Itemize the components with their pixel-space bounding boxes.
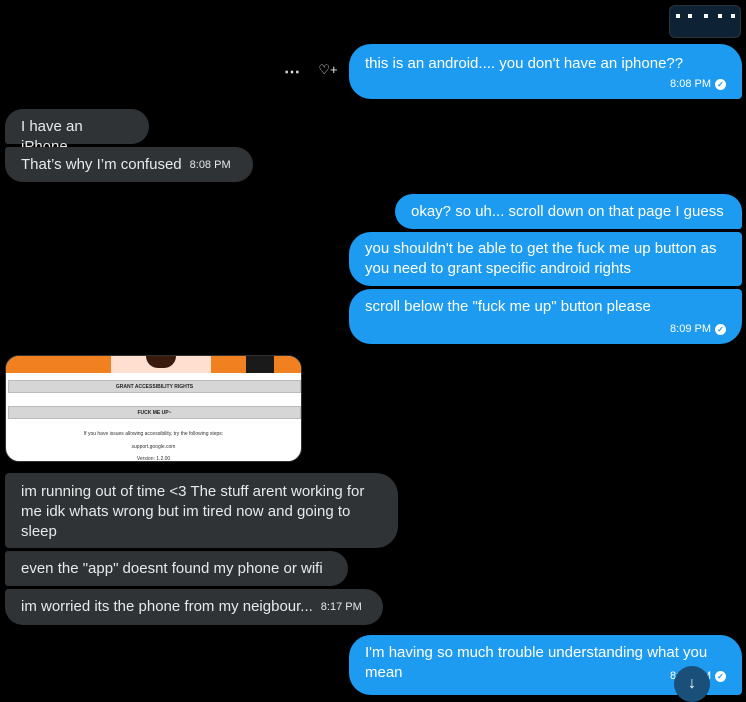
message-timestamp: 8:08 PM ✓ [670, 77, 726, 91]
message-timestamp: 8:17 PM [320, 601, 362, 614]
read-check-icon: ✓ [715, 78, 726, 90]
help-text: If you have issues allowing accessibilit… [83, 431, 224, 437]
arrow-down-icon: ↓ [688, 675, 696, 692]
image-artwork-detail [246, 356, 274, 373]
message-text: this is an android.... you don't have an… [365, 55, 684, 72]
shared-image[interactable]: GRANT ACCESSIBILITY RIGHTS FUCK ME UP~ I… [5, 355, 302, 462]
message-bubble-outgoing[interactable]: you shouldn't be able to get the fuck me… [349, 232, 742, 286]
message-text: im running out of time <3 The stuff aren… [21, 483, 365, 540]
message-bubble-incoming[interactable]: even the "app" doesnt found my phone or … [5, 551, 348, 586]
message-bubble-outgoing[interactable]: scroll below the "fuck me up" button ple… [349, 289, 742, 344]
fuck-me-up-button: FUCK ME UP~ [8, 406, 301, 419]
message-text: even the "app" doesnt found my phone or … [21, 560, 323, 577]
message-text: scroll below the "fuck me up" button ple… [365, 298, 651, 315]
version-text: Version: 1.2.00 [136, 456, 171, 462]
message-bubble-outgoing[interactable]: this is an android.... you don't have an… [349, 44, 742, 99]
message-text: okay? so uh... scroll down on that page … [411, 203, 724, 220]
add-reaction-icon[interactable]: ♡+ [317, 62, 339, 78]
message-timestamp: 8:09 PM ✓ [670, 322, 726, 336]
message-bubble-incoming[interactable]: im running out of time <3 The stuff aren… [5, 473, 398, 548]
read-check-icon: ✓ [715, 323, 726, 335]
message-bubble-incoming[interactable]: That’s why I’m confused 8:08 PM [5, 147, 253, 182]
message-timestamp: 8:08 PM [189, 159, 231, 172]
message-bubble-outgoing[interactable]: okay? so uh... scroll down on that page … [395, 194, 742, 229]
grant-accessibility-button: GRANT ACCESSIBILITY RIGHTS [8, 380, 301, 393]
message-bubble-incoming[interactable]: I have an iPhone [5, 109, 149, 155]
message-bubble-incoming[interactable]: im worried its the phone from my neigbou… [5, 589, 383, 625]
more-options-icon[interactable]: ⋯ [283, 62, 301, 82]
support-link: support.google.com [131, 444, 176, 450]
read-check-icon: ✓ [715, 670, 726, 682]
screenshot-thumbnail[interactable] [669, 5, 741, 38]
message-text: im worried its the phone from my neigbou… [21, 598, 313, 615]
message-text: I'm having so much trouble understanding… [365, 644, 708, 681]
message-text: you shouldn't be able to get the fuck me… [365, 240, 717, 277]
scroll-down-button[interactable]: ↓ [674, 666, 710, 702]
message-text: That’s why I’m confused [21, 156, 182, 173]
